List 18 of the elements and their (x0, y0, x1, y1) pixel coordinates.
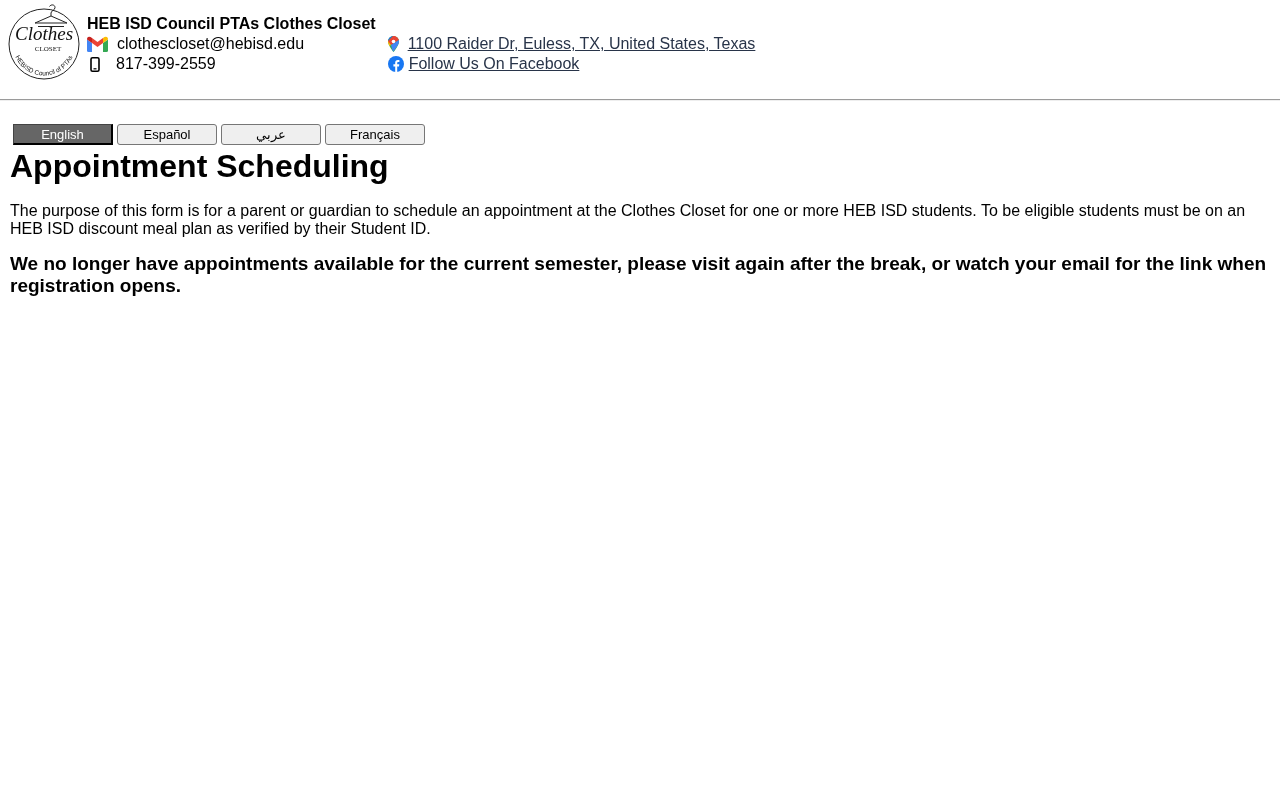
email-address: clothescloset@hebisd.edu (117, 34, 305, 54)
logo-script-text: Clothes (14, 23, 74, 44)
facebook-icon (387, 56, 404, 72)
site-title: HEB ISD Council PTAs Clothes Closet (87, 14, 376, 34)
mobile-phone-icon (90, 56, 100, 72)
address-link[interactable]: 1100 Raider Dr, Euless, TX, United States, Texas (407, 34, 756, 54)
language-button[interactable]: English (13, 124, 113, 145)
language-button[interactable]: عربي (221, 124, 321, 145)
facebook-link[interactable]: Follow Us On Facebook (408, 54, 580, 74)
language-button[interactable]: Français (325, 124, 425, 145)
notice-paragraph: We no longer have appointments available for the current semester, please visit again after the break, or watch your email for the link when registration opens. (10, 253, 1268, 297)
map-pin-icon (387, 36, 399, 52)
logo-emblem-icon (8, 4, 80, 80)
language-button[interactable]: Español (117, 124, 217, 145)
mail-icon (87, 36, 108, 52)
phone-number: 817-399-2559 (116, 54, 216, 74)
page-heading: Appointment Scheduling (10, 148, 390, 185)
intro-paragraph: The purpose of this form is for a parent or guardian to schedule an appointment at the Clothes Closet for one or more HEB ISD students. To be eligible students must be on an HEB ISD discount meal plan as verified by their Student ID. (10, 202, 1247, 238)
